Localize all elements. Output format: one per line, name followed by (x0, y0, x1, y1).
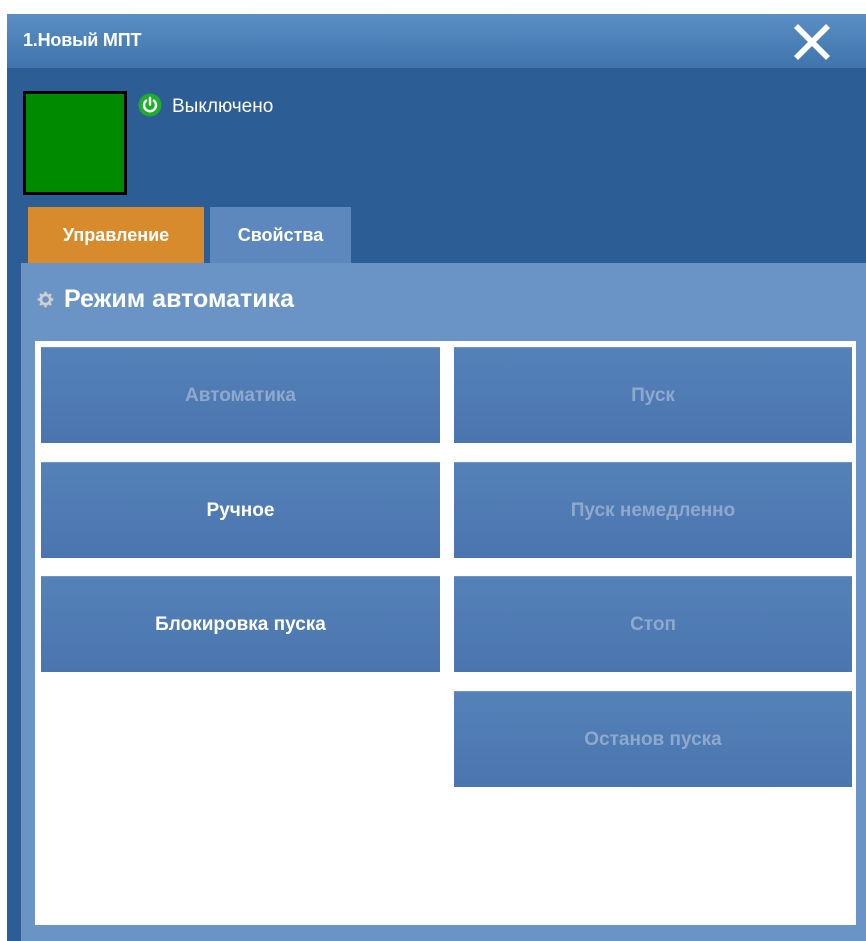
power-icon (138, 93, 162, 117)
mode-title: Режим автоматика (64, 285, 295, 313)
auto-mode-button[interactable]: Автоматика (41, 347, 440, 443)
button-grid: Автоматика Ручное Блокировка пуска Пуск … (35, 341, 856, 925)
status-indicator (23, 91, 127, 195)
dialog-window: 1.Новый МПТ Выключено Управление Свойств… (7, 14, 866, 941)
manual-mode-button[interactable]: Ручное (41, 462, 440, 558)
halt-start-button[interactable]: Останов пуска (454, 691, 852, 787)
start-now-button[interactable]: Пуск немедленно (454, 462, 852, 558)
block-start-button[interactable]: Блокировка пуска (41, 576, 440, 672)
control-panel: Режим автоматика Автоматика Ручное Блоки… (21, 263, 866, 941)
tab-properties[interactable]: Свойства (210, 207, 351, 263)
stop-button[interactable]: Стоп (454, 576, 852, 672)
tab-control[interactable]: Управление (28, 207, 204, 263)
start-button[interactable]: Пуск (454, 347, 852, 443)
window-title: 1.Новый МПТ (23, 30, 142, 50)
title-bar[interactable]: 1.Новый МПТ (7, 14, 866, 68)
gear-icon (37, 291, 55, 309)
status-text: Выключено (172, 96, 274, 117)
close-icon[interactable] (792, 22, 832, 62)
